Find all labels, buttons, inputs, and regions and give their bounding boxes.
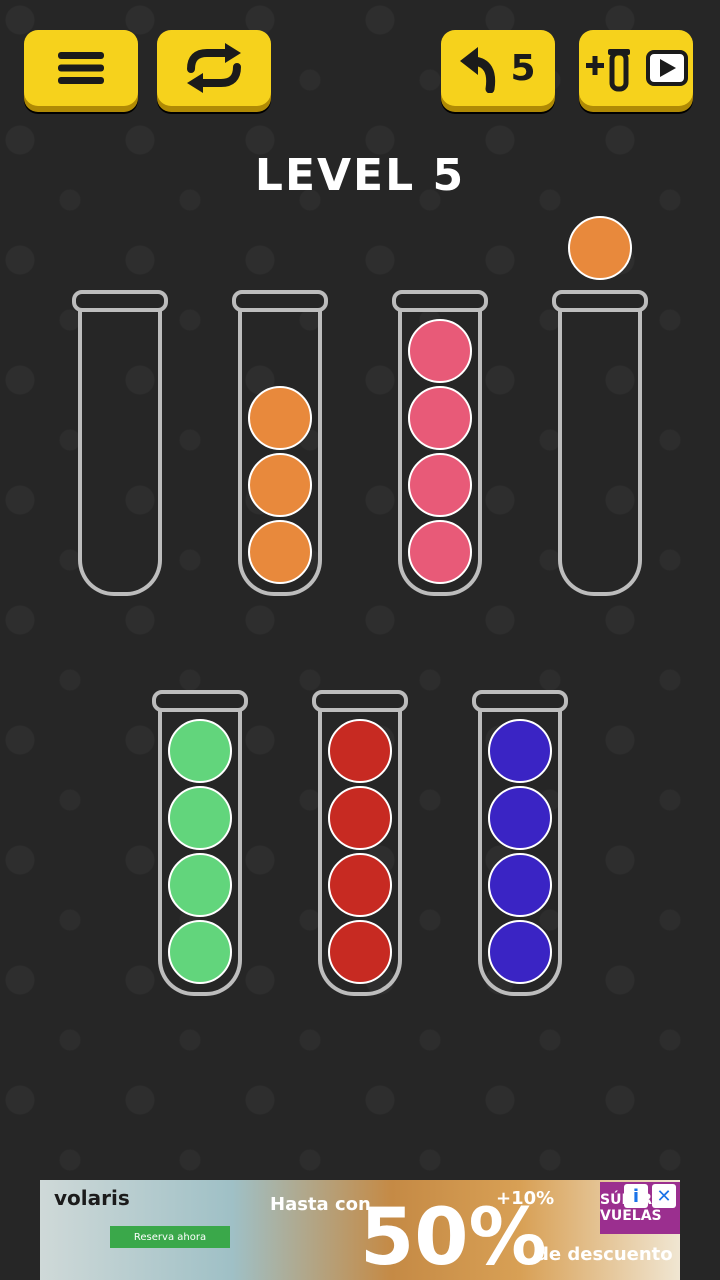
ball-orange bbox=[248, 453, 312, 517]
ball-orange bbox=[248, 386, 312, 450]
restart-button[interactable] bbox=[157, 30, 271, 106]
info-icon[interactable]: i bbox=[624, 1184, 648, 1208]
undo-count: 5 bbox=[510, 47, 536, 89]
ball-pink bbox=[408, 319, 472, 383]
tube[interactable] bbox=[72, 290, 168, 596]
ad-cta-button[interactable]: Reserva ahora bbox=[110, 1226, 230, 1248]
undo-button[interactable]: 5 bbox=[441, 30, 555, 106]
undo-icon bbox=[460, 47, 496, 93]
level-title: LEVEL 5 bbox=[254, 150, 466, 201]
ad-plus-discount: +10% bbox=[496, 1188, 555, 1209]
ball-blue bbox=[488, 786, 552, 850]
add-tube-icon bbox=[586, 49, 630, 92]
ad-brand: volaris bbox=[54, 1186, 130, 1210]
ball-red bbox=[328, 853, 392, 917]
ball-blue bbox=[488, 853, 552, 917]
ball-pink bbox=[408, 453, 472, 517]
ball-green bbox=[168, 786, 232, 850]
tube-lip bbox=[312, 690, 408, 712]
tube[interactable] bbox=[392, 290, 488, 596]
ball-red bbox=[328, 719, 392, 783]
ball-pink bbox=[408, 386, 472, 450]
ball-red bbox=[328, 786, 392, 850]
ball-pink bbox=[408, 520, 472, 584]
ball-green bbox=[168, 853, 232, 917]
ball-blue bbox=[488, 920, 552, 984]
close-icon[interactable]: ✕ bbox=[652, 1184, 676, 1208]
ball-green bbox=[168, 920, 232, 984]
tube-lip bbox=[232, 290, 328, 312]
tube[interactable] bbox=[312, 690, 408, 996]
tube[interactable] bbox=[232, 290, 328, 596]
tube-lip bbox=[72, 290, 168, 312]
video-icon bbox=[646, 50, 688, 86]
add-tube-button[interactable] bbox=[579, 30, 693, 106]
tube-lip bbox=[392, 290, 488, 312]
tube[interactable] bbox=[552, 216, 648, 596]
ad-description: de descuento bbox=[536, 1244, 673, 1265]
ad-banner[interactable]: volaris Reserva ahora Hasta con 50% +10%… bbox=[40, 1180, 680, 1280]
tube-lip bbox=[152, 690, 248, 712]
tube[interactable] bbox=[152, 690, 248, 996]
ball-red bbox=[328, 920, 392, 984]
lifted-ball-orange[interactable] bbox=[568, 216, 632, 280]
menu-button[interactable] bbox=[24, 30, 138, 106]
ball-orange bbox=[248, 520, 312, 584]
ball-blue bbox=[488, 719, 552, 783]
tube[interactable] bbox=[472, 690, 568, 996]
tube-lip bbox=[472, 690, 568, 712]
ball-green bbox=[168, 719, 232, 783]
tube-lip bbox=[552, 290, 648, 312]
menu-icon bbox=[58, 52, 104, 84]
ad-discount: 50% bbox=[360, 1193, 547, 1280]
restart-icon bbox=[187, 43, 241, 93]
ad-hasta-text: Hasta con bbox=[270, 1194, 371, 1215]
